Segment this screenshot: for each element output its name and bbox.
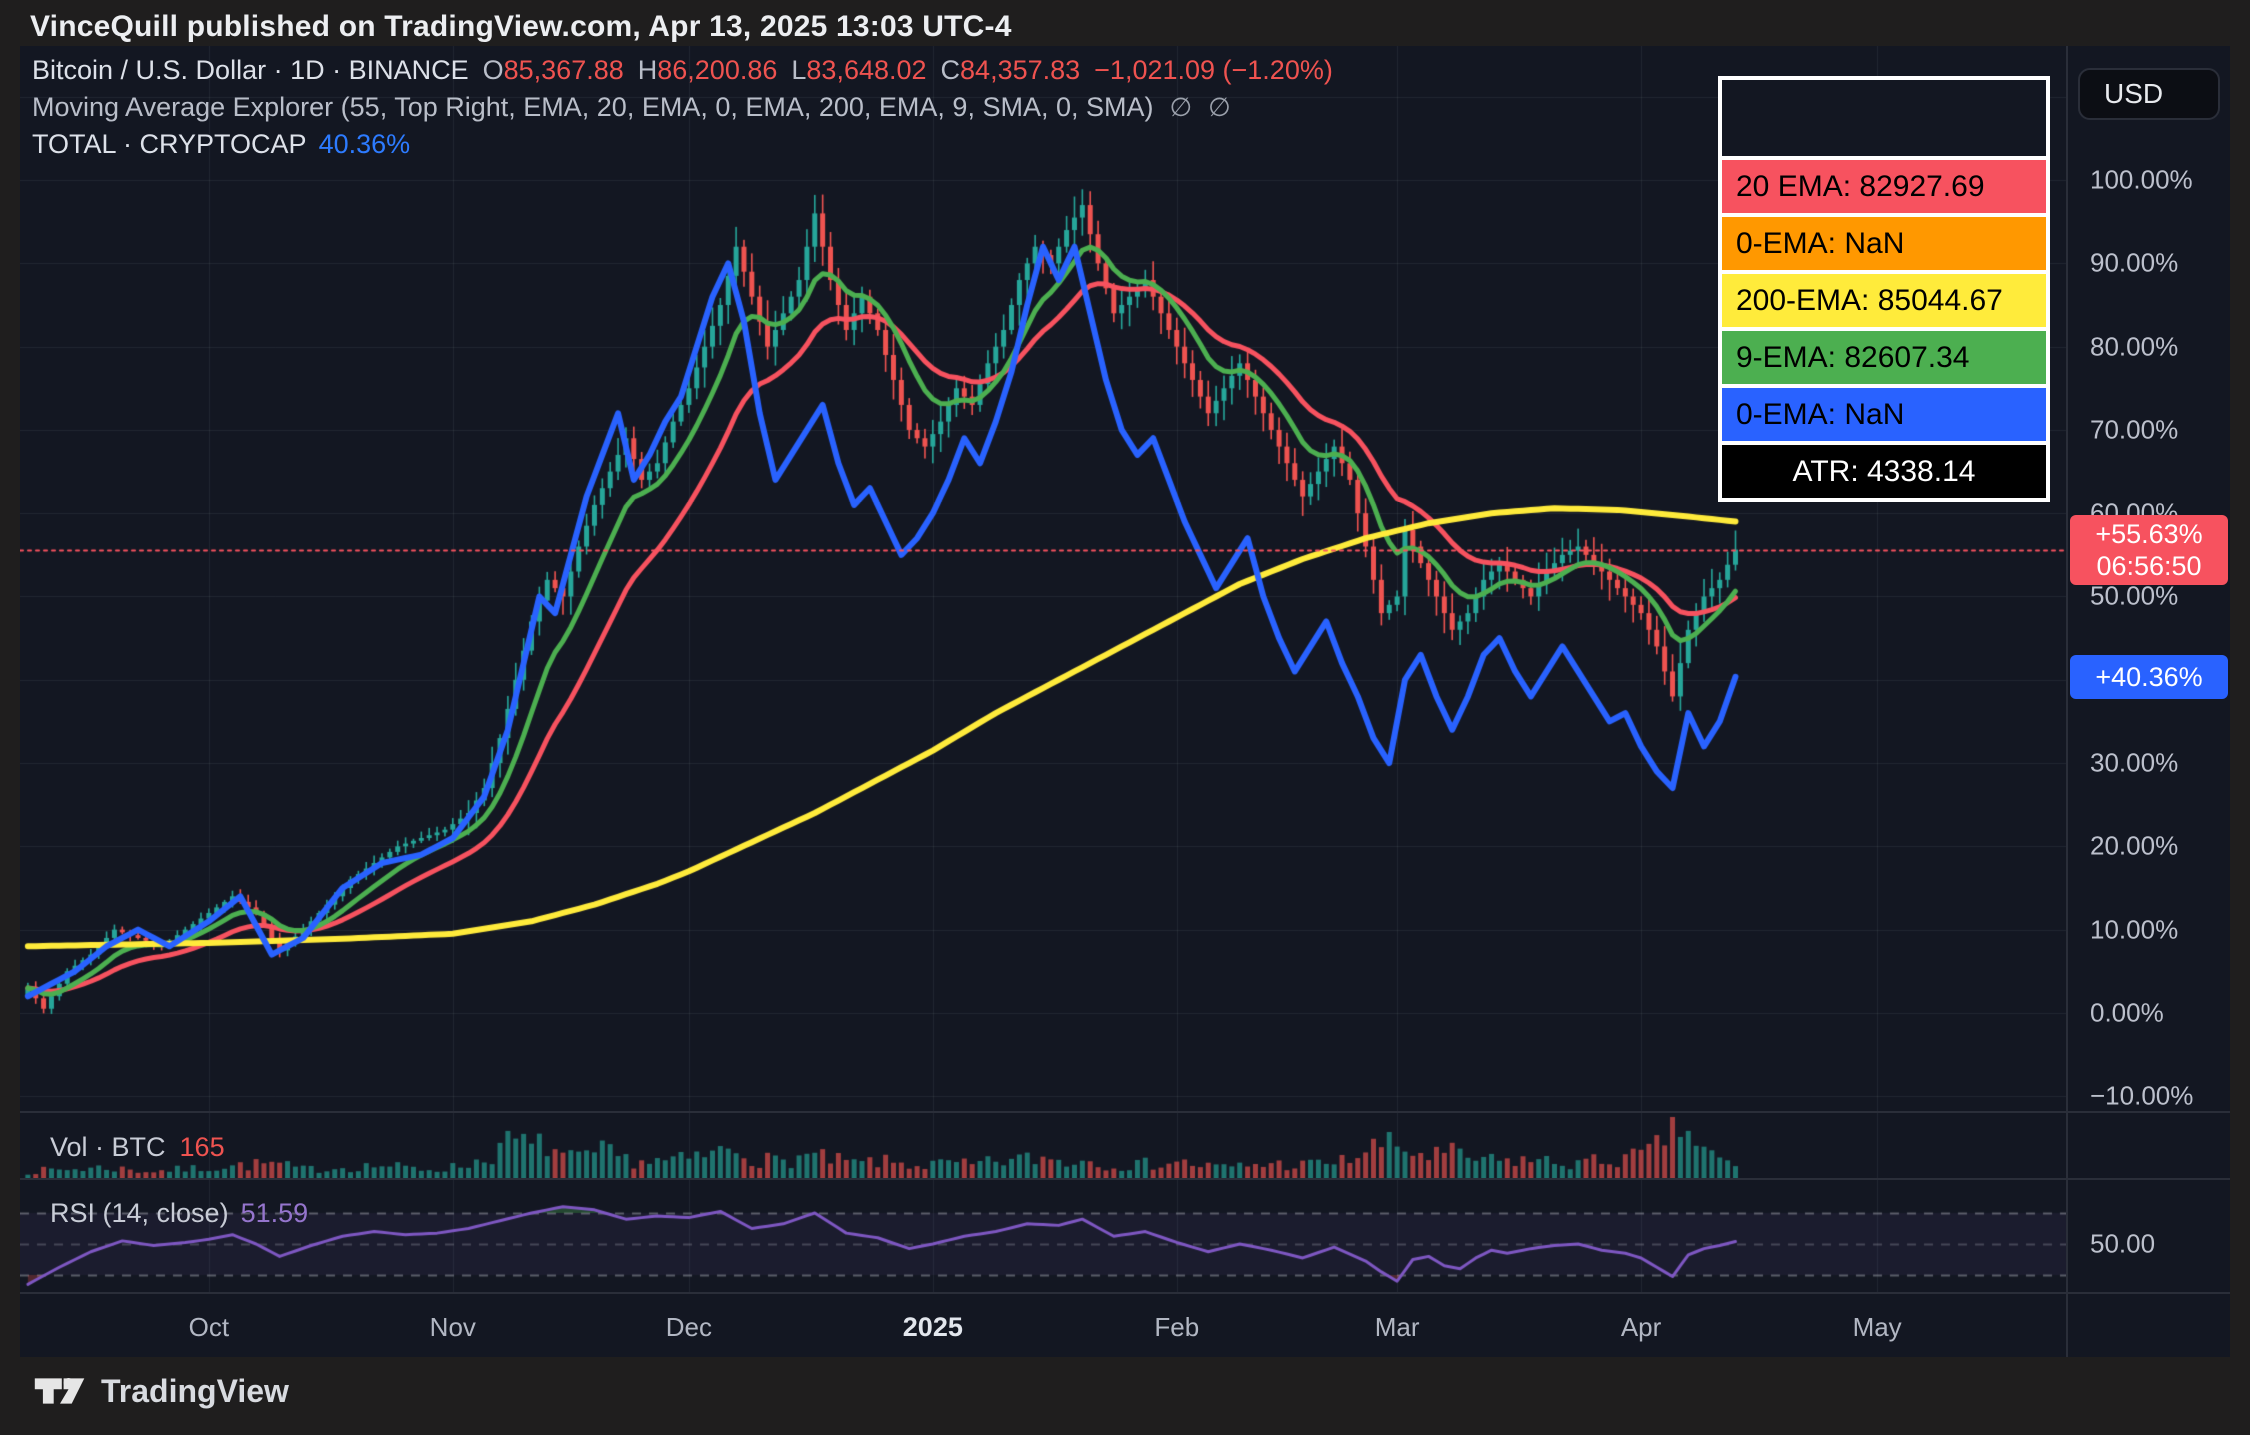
- time-axis-label[interactable]: Apr: [1621, 1312, 1661, 1343]
- rsi-chart-canvas[interactable]: [20, 1179, 2066, 1293]
- last-price-value: +55.63%: [2070, 518, 2228, 550]
- price-axis-label[interactable]: 80.00%: [2090, 331, 2178, 362]
- symbol-title-row[interactable]: Bitcoin / U.S. Dollar · 1D · BINANCEO85,…: [32, 52, 1333, 89]
- hidden-value-icon: ∅: [1169, 92, 1192, 122]
- rsi-axis-label[interactable]: 50.00: [2090, 1228, 2155, 1259]
- price-axis-label[interactable]: 20.00%: [2090, 831, 2178, 862]
- legend-row: 200-EMA: 85044.67: [1722, 274, 2046, 327]
- volume-pane-label[interactable]: Vol · BTC 165: [50, 1132, 225, 1163]
- ohlc-value: 83,648.02: [806, 55, 926, 85]
- legend-row: 9-EMA: 82607.34: [1722, 331, 2046, 384]
- price-axis-label[interactable]: 70.00%: [2090, 414, 2178, 445]
- ohlc-key: L: [791, 55, 806, 85]
- time-axis-label[interactable]: May: [1853, 1312, 1902, 1343]
- rsi-pane-label[interactable]: RSI (14, close) 51.59: [50, 1198, 308, 1229]
- time-axis-label[interactable]: Nov: [430, 1312, 476, 1343]
- ohlc-key: H: [638, 55, 658, 85]
- ohlc-value: 84,357.83: [960, 55, 1080, 85]
- compare-symbol-title[interactable]: TOTAL · CRYPTOCAP: [32, 129, 307, 159]
- price-axis-separator: [2066, 46, 2068, 1357]
- time-axis-label[interactable]: Oct: [189, 1312, 229, 1343]
- ohlc-value: 86,200.86: [657, 55, 777, 85]
- ohlc-key: O: [483, 55, 504, 85]
- legend-row: 20 EMA: 82927.69: [1722, 160, 2046, 213]
- chart-legend-text: Bitcoin / U.S. Dollar · 1D · BINANCEO85,…: [32, 52, 1333, 163]
- price-axis-label[interactable]: 0.00%: [2090, 997, 2164, 1028]
- ohlc-values: O85,367.88 H86,200.86 L83,648.02 C84,357.83: [469, 55, 1081, 85]
- legend-spacer: [1722, 80, 2046, 156]
- ohlc-value: 85,367.88: [504, 55, 624, 85]
- price-axis-label[interactable]: 100.00%: [2090, 165, 2193, 196]
- currency-unit-button[interactable]: USD: [2078, 68, 2220, 120]
- ohlc-key: C: [941, 55, 961, 85]
- compare-price-badge: +40.36%: [2070, 655, 2228, 699]
- tradingview-footer[interactable]: TradingView: [33, 1372, 289, 1410]
- tradingview-logo-icon: [33, 1372, 87, 1410]
- change-value: −1,021.09 (−1.20%): [1094, 55, 1333, 85]
- compare-symbol-value: 40.36%: [319, 129, 411, 159]
- last-price-badge: +55.63% 06:56:50: [2070, 515, 2228, 585]
- published-header: VinceQuill published on TradingView.com,…: [30, 10, 1012, 44]
- legend-row: 0-EMA: NaN: [1722, 217, 2046, 270]
- volume-label[interactable]: Vol · BTC: [50, 1132, 166, 1162]
- volume-chart-canvas[interactable]: [20, 1112, 2066, 1179]
- time-axis-label[interactable]: Feb: [1154, 1312, 1199, 1343]
- price-axis-label[interactable]: 90.00%: [2090, 248, 2178, 279]
- time-axis-label[interactable]: Mar: [1375, 1312, 1420, 1343]
- symbol-title[interactable]: Bitcoin / U.S. Dollar · 1D · BINANCE: [32, 55, 469, 85]
- price-axis-label[interactable]: 50.00%: [2090, 581, 2178, 612]
- compare-symbol-row[interactable]: TOTAL · CRYPTOCAP 40.36%: [32, 126, 1333, 163]
- rsi-label[interactable]: RSI (14, close): [50, 1198, 229, 1228]
- indicator-title[interactable]: Moving Average Explorer (55, Top Right, …: [32, 92, 1153, 122]
- hidden-value-icon: ∅: [1208, 92, 1231, 122]
- ma-explorer-legend-box: 20 EMA: 82927.690-EMA: NaN200-EMA: 85044…: [1718, 76, 2050, 502]
- volume-value: 165: [180, 1132, 225, 1162]
- time-axis-separator: [20, 1292, 2230, 1294]
- time-axis-label[interactable]: Dec: [666, 1312, 712, 1343]
- rsi-value: 51.59: [241, 1198, 309, 1228]
- price-axis-label[interactable]: 10.00%: [2090, 914, 2178, 945]
- price-axis-label[interactable]: −10.00%: [2090, 1081, 2193, 1112]
- legend-row: ATR: 4338.14: [1722, 445, 2046, 498]
- bar-countdown: 06:56:50: [2070, 550, 2228, 582]
- indicator-title-row[interactable]: Moving Average Explorer (55, Top Right, …: [32, 89, 1333, 126]
- chart-container: Bitcoin / U.S. Dollar · 1D · BINANCEO85,…: [20, 46, 2230, 1357]
- legend-row: 0-EMA: NaN: [1722, 388, 2046, 441]
- time-axis-label[interactable]: 2025: [903, 1312, 963, 1343]
- rsi-pane-separator: [20, 1178, 2230, 1180]
- price-axis-label[interactable]: 30.00%: [2090, 748, 2178, 779]
- tradingview-footer-label: TradingView: [101, 1373, 289, 1410]
- volume-pane-separator: [20, 1111, 2230, 1113]
